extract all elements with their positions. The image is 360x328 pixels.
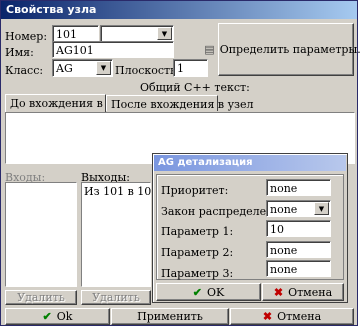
param1-label: Параметр 1:	[161, 225, 234, 238]
param1-input[interactable]: 10	[266, 220, 331, 237]
number-combo[interactable]: ▼	[100, 25, 174, 42]
priority-label: Приоритет:	[161, 184, 229, 197]
ok-label: Ok	[56, 310, 73, 323]
law-select[interactable]: none ▼	[266, 200, 331, 217]
class-select-value: AG	[56, 62, 73, 75]
plane-label: Плоскость:	[115, 64, 180, 77]
tab-after-entry-label: После вхождения в узел	[111, 98, 254, 111]
tab-after-entry[interactable]: После вхождения в узел	[106, 95, 254, 111]
node-properties-window: Свойства узла Номер: 101 ▼ Имя: AG101 Кл…	[0, 0, 360, 326]
title-bar[interactable]: Свойства узла	[1, 1, 357, 19]
close-icon: ✖	[262, 310, 273, 323]
tab-before-entry[interactable]: До вхождения в узел	[5, 94, 132, 112]
outputs-delete-button[interactable]: Удалить	[81, 290, 151, 305]
params-icon: ▤	[204, 43, 215, 56]
window-title: Свойства узла	[6, 3, 97, 16]
ag-dialog-title-bar[interactable]: AG детализация	[154, 155, 346, 171]
param3-label: Параметр 3:	[161, 267, 234, 280]
name-label: Имя:	[5, 46, 34, 59]
list-item[interactable]: Из 101 в 102	[84, 185, 158, 198]
class-label: Класс:	[5, 64, 44, 77]
apply-label: Применить	[137, 310, 203, 323]
inputs-delete-button[interactable]: Удалить	[5, 290, 77, 305]
priority-input[interactable]: none	[266, 179, 331, 196]
check-icon: ✔	[192, 285, 202, 299]
chevron-down-icon[interactable]: ▼	[96, 61, 111, 75]
ag-ok-label: OK	[206, 285, 225, 299]
name-input[interactable]: AG101	[52, 41, 174, 58]
param2-label: Параметр 2:	[161, 246, 234, 259]
inputs-list[interactable]	[5, 182, 77, 287]
define-params-button[interactable]: ▤ Определить параметры...	[204, 23, 360, 76]
apply-button[interactable]: Применить	[111, 308, 229, 325]
ok-button[interactable]: ✔ Ok	[5, 308, 110, 325]
number-label: Номер:	[5, 30, 48, 43]
chevron-down-icon[interactable]: ▼	[314, 202, 329, 215]
inputs-delete-label: Удалить	[17, 291, 65, 304]
outputs-list[interactable]: Из 101 в 102	[81, 182, 158, 287]
close-icon: ✖	[273, 285, 284, 299]
ag-cancel-button[interactable]: ✖ Отмена	[262, 283, 344, 301]
cancel-label: Отмена	[277, 310, 322, 323]
ag-details-dialog: AG детализация Приоритет: none Закон рас…	[152, 153, 348, 303]
ag-dialog-title: AG детализация	[158, 157, 253, 168]
plane-input[interactable]: 1	[173, 59, 208, 77]
number-input[interactable]: 101	[52, 25, 99, 42]
ag-cancel-label: Отмена	[288, 285, 333, 299]
cancel-button[interactable]: ✖ Отмена	[230, 308, 354, 325]
ag-ok-button[interactable]: ✔ OK	[156, 283, 261, 301]
law-select-value: none	[270, 203, 298, 216]
check-icon: ✔	[42, 310, 52, 323]
outputs-delete-label: Удалить	[92, 291, 140, 304]
cpp-text-header: Общий C++ текст:	[140, 81, 250, 94]
param3-input[interactable]: none	[266, 260, 331, 277]
param2-input[interactable]: none	[266, 241, 331, 258]
chevron-down-icon[interactable]: ▼	[157, 27, 172, 40]
define-params-label: Определить параметры...	[219, 43, 360, 56]
class-select[interactable]: AG ▼	[52, 59, 113, 77]
